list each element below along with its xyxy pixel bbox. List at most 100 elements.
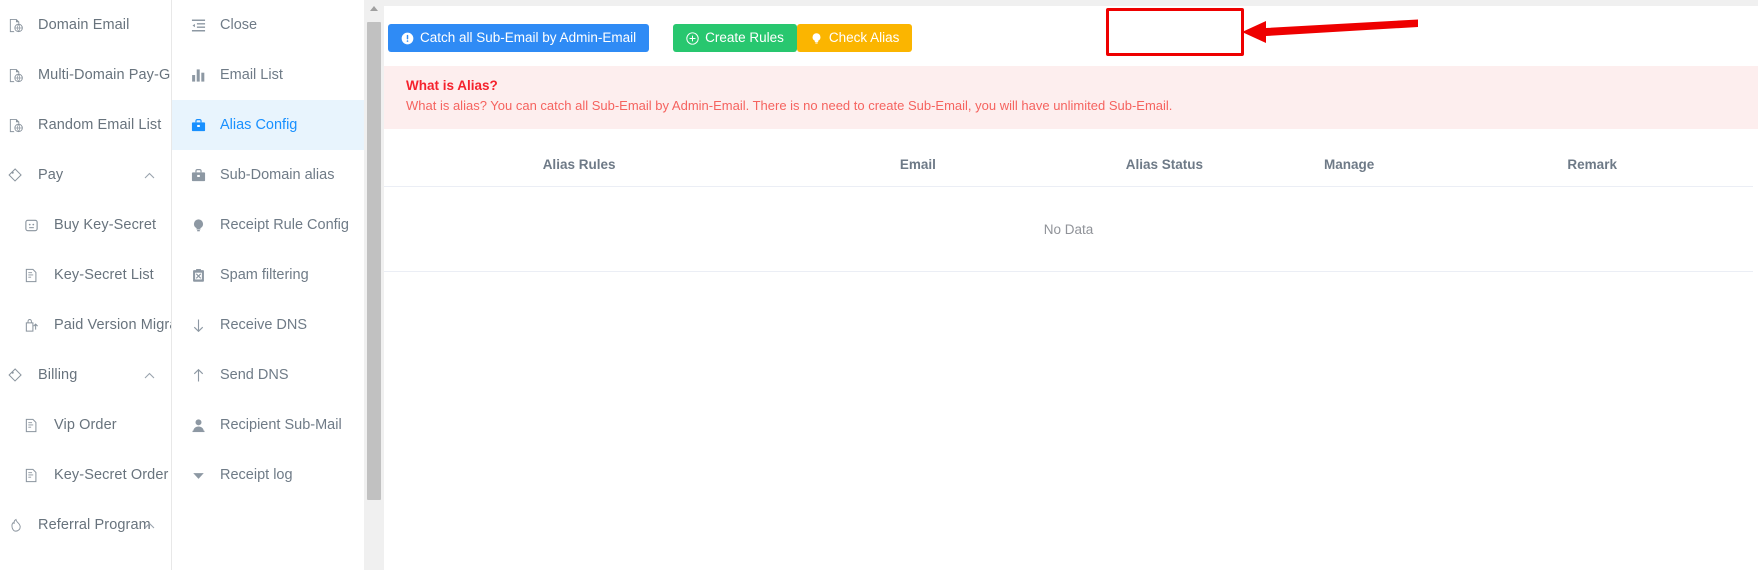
sidebar-item-send-dns[interactable]: Send DNS (172, 350, 364, 400)
arrow-down-icon (186, 318, 210, 333)
sidebar-item-label: Random Email List (38, 117, 162, 133)
arrow-up-icon (186, 368, 210, 383)
list-doc-icon (24, 268, 46, 283)
sidebar-item-label: Recipient Sub-Mail (220, 417, 342, 433)
app-screen: Domain Email Multi-Domain Pay-Group Rand… (0, 0, 1758, 570)
sidebar-item-alias-config[interactable]: Alias Config (172, 100, 364, 150)
user-icon (186, 418, 210, 433)
sidebar-item-buy-key-secret[interactable]: Buy Key-Secret (0, 200, 171, 250)
sidebar-item-close[interactable]: Close (172, 0, 364, 50)
sidebar-item-spam-filtering[interactable]: Spam filtering (172, 250, 364, 300)
upload-bag-icon (24, 318, 46, 333)
sidebar-item-label: Send DNS (220, 367, 289, 383)
secondary-sidebar-container: Close Email List Alias Config Sub-Domain… (172, 0, 384, 570)
table-header: Alias Rules Email Alias Status Manage Re… (384, 142, 1754, 187)
sidebar-item-receipt-log[interactable]: Receipt log (172, 450, 364, 500)
sidebar-item-random-email-list[interactable]: Random Email List (0, 100, 171, 150)
sidebar-item-receipt-rule-config[interactable]: Receipt Rule Config (172, 200, 364, 250)
catch-all-sub-email-label: Catch all Sub-Email by Admin-Email (420, 30, 637, 46)
sidebar-item-label: Receipt Rule Config (220, 217, 349, 233)
alias-table-container: Alias Rules Email Alias Status Manage Re… (384, 142, 1758, 272)
alert-title: What is Alias? (406, 78, 498, 93)
sidebar-group-referral-program[interactable]: Referral Program (0, 500, 171, 550)
sidebar-group-billing[interactable]: Billing (0, 350, 171, 400)
collapse-menu-icon (186, 18, 210, 33)
check-alias-button[interactable]: Check Alias (796, 24, 913, 52)
sidebar-item-label: Receipt log (220, 467, 293, 483)
sidebar-item-email-list[interactable]: Email List (172, 50, 364, 100)
sidebar-item-label: Paid Version Migration (54, 317, 171, 333)
sidebar-item-label: Close (220, 17, 258, 33)
bar-chart-icon (186, 68, 210, 83)
pay-tag-icon (8, 167, 30, 183)
sidebar-item-recipient-sub-mail[interactable]: Recipient Sub-Mail (172, 400, 364, 450)
sidebar-item-label: Vip Order (54, 417, 117, 433)
sidebar-item-sub-domain-alias[interactable]: Sub-Domain alias (172, 150, 364, 200)
sidebar-item-key-secret-list[interactable]: Key-Secret List (0, 250, 171, 300)
sidebar-item-multi-domain-pay-group[interactable]: Multi-Domain Pay-Group (0, 50, 171, 100)
main-content: Catch all Sub-Email by Admin-Email Creat… (384, 0, 1758, 570)
sidebar-item-label: Key-Secret Order (54, 467, 169, 483)
triangle-up-icon (370, 5, 378, 11)
alias-info-alert: What is Alias? What is alias? You can ca… (384, 66, 1758, 129)
sidebar-item-receive-dns[interactable]: Receive DNS (172, 300, 364, 350)
left-arrow-annotation (1240, 18, 1420, 46)
sidebar-item-label: Sub-Domain alias (220, 167, 335, 183)
sidebar-item-label: Multi-Domain Pay-Group (38, 67, 171, 83)
domain-globe-icon (8, 118, 30, 133)
spam-clipboard-icon (186, 268, 210, 283)
alias-table: Alias Rules Email Alias Status Manage Re… (384, 142, 1754, 272)
create-rules-label: Create Rules (705, 30, 784, 46)
column-header-manage: Manage (1267, 142, 1432, 187)
create-rules-button[interactable]: Create Rules (673, 24, 797, 52)
bulb-icon (810, 32, 823, 45)
list-doc-icon (24, 418, 46, 433)
column-header-alias-rules: Alias Rules (384, 142, 775, 187)
action-toolbar: Catch all Sub-Email by Admin-Email Creat… (384, 0, 1758, 62)
check-alias-label: Check Alias (828, 30, 900, 46)
briefcase-icon (186, 168, 210, 183)
gift-icon (8, 518, 30, 533)
alert-description: What is alias? You can catch all Sub-Ema… (406, 98, 1173, 113)
domain-globe-icon (8, 68, 30, 83)
scrollbar-thumb[interactable] (367, 22, 381, 500)
chevron-up-icon (144, 172, 155, 179)
table-empty-row: No Data (384, 186, 1754, 272)
scroll-up-arrow[interactable] (364, 0, 384, 16)
list-doc-icon (24, 468, 46, 483)
primary-sidebar: Domain Email Multi-Domain Pay-Group Rand… (0, 0, 172, 570)
sidebar-item-label: Referral Program (38, 517, 151, 533)
plus-circle-icon (686, 31, 699, 45)
sidebar-group-pay[interactable]: Pay (0, 150, 171, 200)
column-header-email: Email (774, 142, 1062, 187)
sidebar-item-paid-version-migration[interactable]: Paid Version Migration (0, 300, 171, 350)
sidebar-scrollbar[interactable] (364, 0, 384, 570)
sidebar-item-domain-email[interactable]: Domain Email (0, 0, 171, 50)
empty-state-text: No Data (384, 186, 1754, 272)
sidebar-item-label: Receive DNS (220, 317, 308, 333)
catch-all-sub-email-button[interactable]: Catch all Sub-Email by Admin-Email (388, 24, 650, 52)
sidebar-item-label: Billing (38, 367, 78, 383)
bulb-icon (186, 218, 210, 233)
secondary-sidebar: Close Email List Alias Config Sub-Domain… (172, 0, 364, 570)
table-header-row: Alias Rules Email Alias Status Manage Re… (384, 142, 1754, 187)
pay-tag-icon (8, 367, 30, 383)
sidebar-item-key-secret-order[interactable]: Key-Secret Order (0, 450, 171, 500)
table-body: No Data (384, 186, 1754, 272)
sidebar-item-label: Email List (220, 67, 283, 83)
caret-down-icon (186, 468, 210, 483)
exclamation-circle-icon (401, 32, 414, 45)
sidebar-item-label: Spam filtering (220, 267, 309, 283)
sidebar-item-vip-order[interactable]: Vip Order (0, 400, 171, 450)
sidebar-item-label: Key-Secret List (54, 267, 154, 283)
sidebar-item-label: Alias Config (220, 117, 298, 133)
briefcase-icon (186, 118, 210, 133)
column-header-remark: Remark (1431, 142, 1754, 187)
sidebar-item-label: Domain Email (38, 17, 130, 33)
column-header-alias-status: Alias Status (1061, 142, 1268, 187)
wallet-icon (24, 218, 46, 233)
sidebar-item-label: Buy Key-Secret (54, 217, 157, 233)
domain-globe-icon (8, 18, 30, 33)
chevron-up-icon (144, 522, 155, 529)
chevron-up-icon (144, 372, 155, 379)
